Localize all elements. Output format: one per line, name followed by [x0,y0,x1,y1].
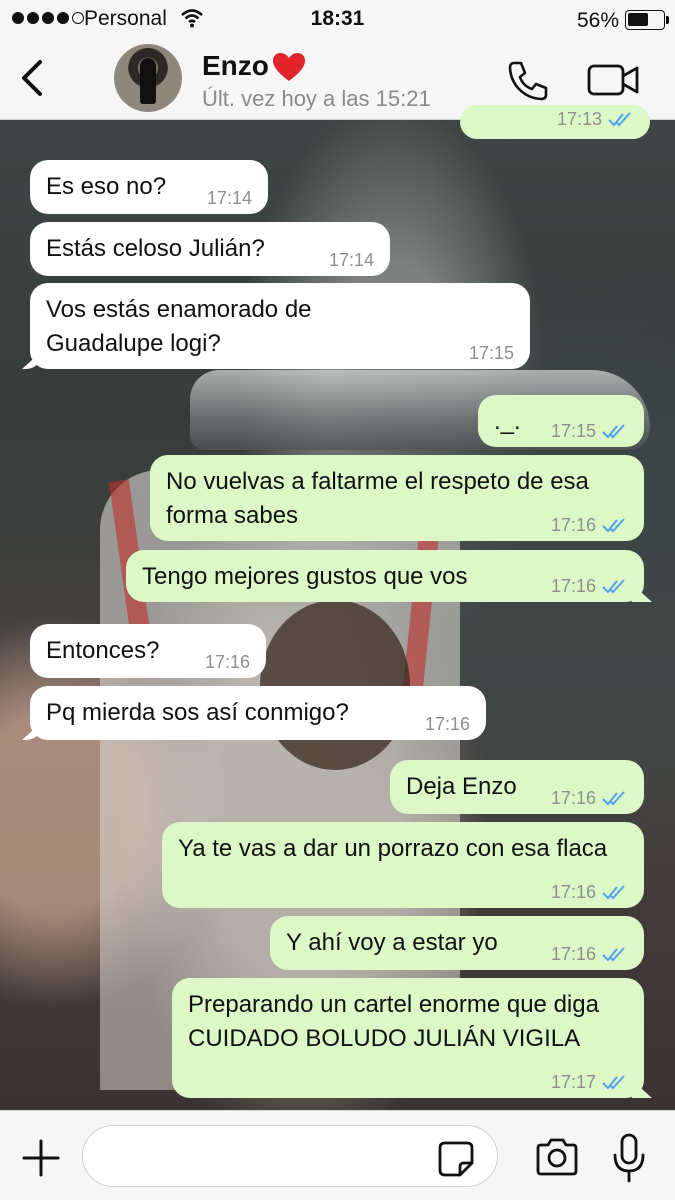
message-time: 17:16 [550,576,596,596]
message-time: 17:15 [468,343,514,363]
message-bubble-outgoing[interactable]: Tengo mejores gustos que vos 17:16 [126,550,644,602]
message-bubble-incoming[interactable]: Estás celoso Julián? 17:14 [30,222,390,276]
message-time: 17:16 [424,714,470,734]
message-time: 17:16 [550,882,596,902]
sticker-icon[interactable] [436,1139,476,1179]
read-receipt-icon [602,424,625,439]
message-text: Tengo mejores gustos que vos [142,563,468,590]
read-receipt-icon [602,518,625,533]
message-text: Estás celoso Julián? [46,235,265,262]
background-photo-head [260,600,410,770]
avatar[interactable] [114,44,182,112]
message-text: Pq mierda sos así conmigo? [46,699,349,726]
red-heart-icon [273,53,305,81]
battery-percentage: 56% [576,9,619,32]
last-seen-status: Últ. vez hoy a las 15:21 [202,86,431,111]
plus-icon[interactable] [22,1139,60,1177]
message-bubble-outgoing[interactable]: Ya te vas a dar un porrazo con esa flaca… [162,822,644,908]
message-bubble-outgoing[interactable]: No vuelvas a faltarme el respeto de esa … [150,455,644,541]
message-bubble-incoming[interactable]: Entonces? 17:16 [30,624,266,678]
message-text: Preparando un cartel enorme que diga CUI… [188,991,599,1052]
battery-icon [625,10,669,30]
video-camera-icon[interactable] [586,62,640,98]
message-text: ._. [494,408,521,435]
microphone-icon[interactable] [612,1133,646,1185]
message-text: Es eso no? [46,173,167,200]
message-time: 17:15 [550,421,596,441]
read-receipt-icon [608,112,631,127]
read-receipt-icon [602,579,625,594]
status-bar: Personal 18:31 56% [0,0,675,38]
chevron-left-icon[interactable] [14,56,54,100]
message-bubble-outgoing[interactable]: ._. 17:15 [478,395,644,447]
message-composer [0,1110,675,1200]
message-text: Deja Enzo [406,773,517,800]
contact-name[interactable]: Enzo [202,50,269,82]
message-time: 17:13 [556,109,602,129]
message-text: Y ahí voy a estar yo [286,929,498,956]
message-time: 17:16 [550,788,596,808]
message-time: 17:16 [204,652,250,672]
message-bubble-incoming[interactable]: Pq mierda sos así conmigo? 17:16 [30,686,486,740]
phone-icon[interactable] [506,58,550,102]
message-text: Vos estás enamorado de Guadalupe logi? [46,296,312,357]
message-text: Ya te vas a dar un porrazo con esa flaca [178,835,608,862]
read-receipt-icon [602,885,625,900]
message-text: Entonces? [46,637,160,664]
message-bubble-outgoing[interactable]: Preparando un cartel enorme que diga CUI… [172,978,644,1098]
message-bubble-outgoing[interactable]: Y ahí voy a estar yo 17:16 [270,916,644,970]
message-bubble-incoming[interactable]: Es eso no? 17:14 [30,160,268,214]
message-time: 17:14 [206,188,252,208]
message-bubble-outgoing[interactable]: Deja Enzo 17:16 [390,760,644,814]
read-receipt-icon [602,947,625,962]
read-receipt-icon [602,1075,625,1090]
read-receipt-icon [602,791,625,806]
message-time: 17:16 [550,944,596,964]
camera-icon[interactable] [534,1137,580,1177]
message-time: 17:14 [328,250,374,270]
status-time: 18:31 [310,7,365,30]
message-time: 17:16 [550,515,596,535]
message-text: No vuelvas a faltarme el respeto de esa … [166,468,589,529]
message-bubble-outgoing[interactable]: 17:13 [460,105,650,139]
message-bubble-incoming[interactable]: Vos estás enamorado de Guadalupe logi? 1… [30,283,530,369]
message-time: 17:17 [550,1072,596,1092]
